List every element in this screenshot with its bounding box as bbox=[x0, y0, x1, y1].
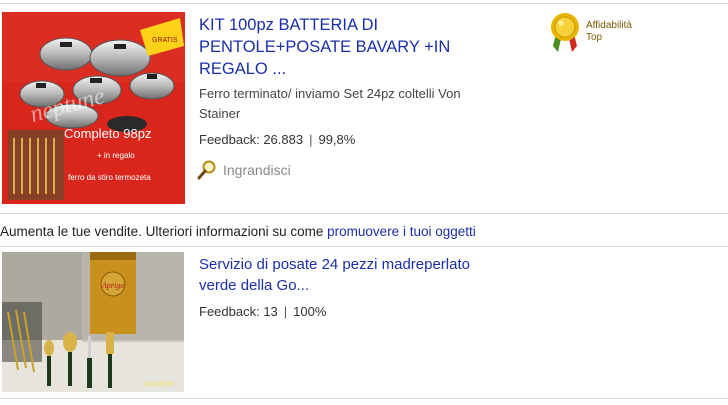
listing-1-image-text-2: + in regalo bbox=[97, 151, 135, 160]
listing-1-feedback: Feedback: 26.883 | 99,8% bbox=[199, 132, 355, 147]
listing-2-title-line-2[interactable]: verde della Go... bbox=[199, 277, 309, 294]
listing-1-subtitle-line-2: Stainer bbox=[199, 106, 241, 121]
magnifier-icon bbox=[197, 160, 216, 180]
listing-1-title-line-1[interactable]: KIT 100pz BATTERIA DI bbox=[199, 16, 378, 34]
section-divider-2 bbox=[0, 246, 728, 247]
listing-1-title-line-2[interactable]: PENTOLE+POSATE BAVARY +IN bbox=[199, 38, 450, 56]
top-divider bbox=[0, 3, 728, 4]
badge-text: Affidabilità Top bbox=[586, 20, 632, 54]
listing-2-image-box-text: Aprigo bbox=[101, 281, 124, 290]
listing-1-feedback-score: Feedback: 26.883 bbox=[199, 132, 304, 147]
listing-1-subtitle-line-1: Ferro terminato/ inviamo Set 24pz coltel… bbox=[199, 86, 461, 101]
listing-2-feedback: Feedback: 13 | 100% bbox=[199, 304, 326, 319]
bottom-divider bbox=[0, 398, 728, 399]
promo-link[interactable]: promuovere i tuoi oggetti bbox=[327, 224, 476, 239]
badge-line-1: Affidabilità bbox=[586, 20, 632, 31]
listing-1-image-text-3: ferro da stiro termozeta bbox=[68, 173, 151, 182]
listing-2-image-timestamp: 10/01/2009 bbox=[144, 382, 175, 388]
enlarge-label[interactable]: Ingrandisci bbox=[223, 162, 291, 178]
listing-2-title[interactable]: Servizio di posate 24 pezzi madreperlato… bbox=[199, 254, 529, 296]
listing-1-thumbnail[interactable]: GRATIS neptune Completo 98pz + in regalo… bbox=[2, 12, 185, 204]
promo-bar: Aumenta le tue vendite. Ulteriori inform… bbox=[0, 224, 476, 239]
listing-1-title[interactable]: KIT 100pz BATTERIA DI PENTOLE+POSATE BAV… bbox=[199, 14, 529, 80]
listing-1-image-text-1: Completo 98pz bbox=[64, 126, 151, 141]
badge-line-2: Top bbox=[586, 32, 603, 43]
listing-2-thumbnail[interactable]: Aprigo 10/01/2009 bbox=[2, 252, 184, 392]
listing-1-feedback-percent: 99,8% bbox=[318, 132, 356, 147]
svg-text:GRATIS: GRATIS bbox=[152, 37, 178, 44]
listing-1-subtitle: Ferro terminato/ inviamo Set 24pz coltel… bbox=[199, 84, 519, 124]
listing-1-title-line-3[interactable]: REGALO ... bbox=[199, 60, 286, 78]
promo-text: Aumenta le tue vendite. Ulteriori inform… bbox=[0, 224, 328, 239]
listing-2-feedback-score: Feedback: 13 bbox=[199, 304, 278, 319]
top-rated-badge: Affidabilità Top bbox=[548, 12, 632, 54]
feedback-separator: | bbox=[283, 304, 288, 319]
section-divider-1 bbox=[0, 213, 728, 214]
feedback-separator: | bbox=[309, 132, 313, 147]
listing-2-feedback-percent: 100% bbox=[293, 304, 327, 319]
top-rated-seller-medal-icon bbox=[551, 13, 579, 52]
enlarge-button[interactable]: Ingrandisci bbox=[197, 160, 291, 180]
listing-2-title-line-1[interactable]: Servizio di posate 24 pezzi madreperlato bbox=[199, 256, 470, 273]
